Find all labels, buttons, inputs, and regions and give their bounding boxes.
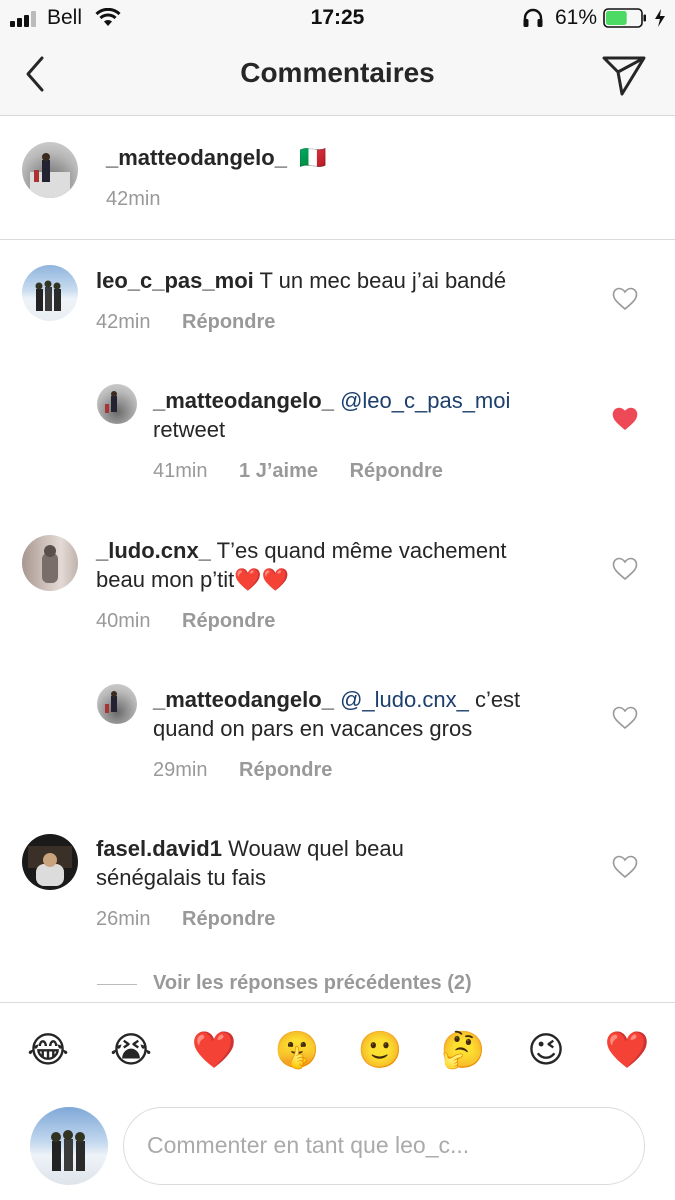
emoji-heart-button[interactable]: ❤️ [190, 1028, 238, 1072]
paper-plane-icon [602, 56, 646, 96]
reply-text-line1: c’est [474, 687, 521, 712]
comment-text: T un mec beau j’ai bandé [259, 268, 507, 293]
like-button[interactable] [612, 557, 638, 586]
battery-percent: 61% [555, 6, 598, 29]
emoji-bar: 😂 😭 ❤️ 🤫 🙂 🤔 😉 ❤️ [0, 1003, 675, 1098]
emoji-wink-button[interactable]: 😉 [522, 1028, 570, 1072]
comment-text-line2: beau mon p’tit [96, 567, 235, 592]
heart-outline-icon [612, 706, 638, 730]
reply-body: _matteodangelo_ @leo_c_pas_moi retweet [153, 386, 593, 444]
reply-button[interactable]: Répondre [182, 610, 275, 632]
reply-meta: 41min 1 J’aime Répondre [153, 460, 443, 483]
mention-link[interactable]: @_ludo.cnx_ [340, 687, 469, 712]
reply-username[interactable]: _matteodangelo_ [153, 388, 334, 413]
heart-outline-icon [612, 557, 638, 581]
reply-text-line2: quand on pars en vacances gros [153, 716, 473, 741]
reply-username[interactable]: _matteodangelo_ [153, 687, 334, 712]
reply-button[interactable]: Répondre [350, 460, 443, 482]
charging-icon [653, 8, 667, 28]
reply-time: 29min [153, 759, 208, 781]
comment-body: _ludo.cnx_ T’es quand même vachement bea… [96, 536, 596, 594]
comment-meta: 40min Répondre [96, 610, 275, 633]
like-button[interactable] [612, 855, 638, 884]
battery-icon [603, 8, 647, 28]
reply-meta: 29min Répondre [153, 759, 332, 782]
emoji-thinking-button[interactable]: 🤔 [439, 1028, 487, 1072]
emoji-sob-button[interactable]: 😭 [107, 1028, 155, 1072]
page-title: Commentaires [240, 57, 435, 88]
headphones-icon [522, 8, 544, 28]
composer-avatar [30, 1107, 108, 1185]
reply-body: _matteodangelo_ @_ludo.cnx_ c’est quand … [153, 685, 593, 743]
caption-header: _matteodangelo_ 🇮🇹 [106, 145, 326, 171]
comment-text-line1: T’es quand même vachement [216, 538, 507, 563]
emoji-joy-button[interactable]: 😂 [24, 1028, 72, 1072]
reply-button[interactable]: Répondre [182, 311, 275, 333]
reply-text: retweet [153, 417, 226, 442]
comment-username[interactable]: leo_c_pas_moi [96, 268, 254, 293]
comment-text-line1: Wouaw quel beau [228, 836, 404, 861]
like-button[interactable] [612, 407, 638, 436]
view-replies-line [97, 984, 137, 985]
reply-button[interactable]: Répondre [239, 759, 332, 781]
comment-username[interactable]: fasel.david1 [96, 836, 222, 861]
reply-avatar[interactable] [97, 384, 137, 424]
comment-input-placeholder: Commenter en tant que leo_c... [147, 1132, 470, 1158]
mention-link[interactable]: @leo_c_pas_moi [340, 388, 510, 413]
comment-avatar[interactable] [22, 834, 78, 890]
nav-header: Commentaires [0, 36, 675, 116]
share-button[interactable] [600, 54, 648, 98]
caption-avatar[interactable] [22, 142, 78, 198]
comment-body: fasel.david1 Wouaw quel beau sénégalais … [96, 834, 596, 892]
comment-text-line2: sénégalais tu fais [96, 865, 266, 890]
comment-input[interactable]: Commenter en tant que leo_c... [123, 1107, 645, 1185]
comment-meta: 26min Répondre [96, 908, 275, 931]
caption-time: 42min [106, 188, 161, 210]
emoji-shush-button[interactable]: 🤫 [273, 1028, 321, 1072]
heart-outline-icon [612, 855, 638, 879]
like-button[interactable] [612, 706, 638, 735]
comment-meta: 42min Répondre [96, 311, 275, 334]
comment-username[interactable]: _ludo.cnx_ [96, 538, 211, 563]
caption-username[interactable]: _matteodangelo_ [106, 145, 287, 170]
comment-time: 40min [96, 610, 151, 632]
heart-outline-icon [612, 287, 638, 311]
likes-count-button[interactable]: 1 J’aime [239, 460, 318, 482]
reply-time: 41min [153, 460, 208, 482]
heart-filled-icon [612, 407, 638, 431]
heart-emojis: ❤️❤️ [234, 567, 289, 592]
reply-avatar[interactable] [97, 684, 137, 724]
comment-body: leo_c_pas_moi T un mec beau j’ai bandé [96, 266, 596, 295]
reply-button[interactable]: Répondre [182, 908, 275, 930]
view-previous-replies-button[interactable]: Voir les réponses précédentes (2) [153, 972, 472, 995]
comment-avatar[interactable] [22, 265, 78, 321]
caption-divider [0, 239, 675, 240]
emoji-smile-button[interactable]: 🙂 [356, 1028, 404, 1072]
comment-avatar[interactable] [22, 535, 78, 591]
comment-time: 42min [96, 311, 151, 333]
emoji-heart-button[interactable]: ❤️ [603, 1028, 651, 1072]
italy-flag-icon: 🇮🇹 [299, 145, 327, 170]
status-bar: Bell 17:25 61% [0, 0, 675, 36]
comment-time: 26min [96, 908, 151, 930]
like-button[interactable] [612, 287, 638, 316]
